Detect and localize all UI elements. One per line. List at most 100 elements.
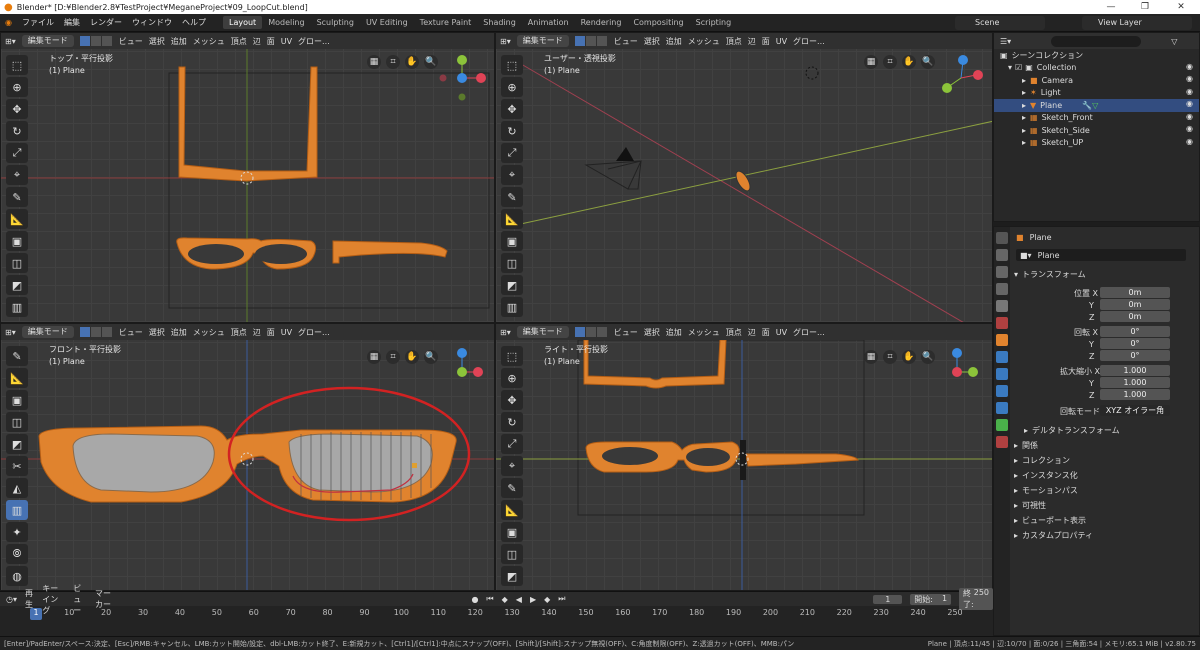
menu-edge[interactable]: 辺 <box>748 36 756 47</box>
select-mode-buttons[interactable] <box>574 36 608 46</box>
location-x-field[interactable]: 0m <box>1100 287 1170 298</box>
scale-x-field[interactable]: 1.000 <box>1100 365 1170 376</box>
grid-view-icon[interactable]: ▦ <box>367 55 381 69</box>
extrude-icon[interactable]: ▣ <box>6 390 28 410</box>
loop-cut-icon[interactable]: ▥ <box>501 297 523 317</box>
orientation-selector[interactable]: グロー... <box>298 327 330 338</box>
mode-selector[interactable]: 編集モード <box>21 35 74 47</box>
rotation-x-field[interactable]: 0° <box>1100 326 1170 337</box>
outliner-item-sketch-up[interactable]: ▸ ▦ Sketch_UP ◉ <box>994 137 1199 150</box>
view-layer-tab-icon[interactable] <box>996 283 1008 295</box>
editor-type-icon[interactable]: ⊞▾ <box>5 37 16 46</box>
menu-select[interactable]: 選択 <box>149 36 165 47</box>
scene-tab-icon[interactable] <box>996 300 1008 312</box>
viewport-front[interactable]: ⊞▾ 編集モード ビュー 選択 追加 メッシュ 頂点 辺 面 UV グロー...… <box>0 323 495 591</box>
outliner-item-sketch-side[interactable]: ▸ ▦ Sketch_Side ◉ <box>994 124 1199 137</box>
navigation-gizmo[interactable] <box>437 53 487 103</box>
tab-scripting[interactable]: Scripting <box>690 16 738 29</box>
start-frame-field[interactable]: 開始: 1 <box>910 593 952 605</box>
camera-view-icon[interactable]: ⌗ <box>386 55 400 69</box>
extrude-icon[interactable]: ▣ <box>6 231 28 251</box>
pan-hand-icon[interactable]: ✋ <box>405 350 419 364</box>
tab-compositing[interactable]: Compositing <box>627 16 689 29</box>
menu-select[interactable]: 選択 <box>644 327 660 338</box>
eye-icon[interactable]: ◉ <box>1186 124 1193 133</box>
tool-tab-icon[interactable] <box>996 232 1008 244</box>
transform-icon[interactable]: ⌖ <box>501 165 523 185</box>
outliner-item-light[interactable]: ▸ ✶ Light ◉ <box>994 87 1199 100</box>
render-tab-icon[interactable] <box>996 249 1008 261</box>
scene-selector[interactable]: Scene <box>955 16 1045 30</box>
menu-marker[interactable]: マーカー <box>95 588 113 610</box>
menu-face[interactable]: 面 <box>762 36 770 47</box>
camera-view-icon[interactable]: ⌗ <box>386 350 400 364</box>
checkbox-icon[interactable]: ☑ <box>1015 63 1022 72</box>
constraints-tab-icon[interactable] <box>996 402 1008 414</box>
scale-icon[interactable]: ⤢ <box>501 434 523 454</box>
tab-animation[interactable]: Animation <box>522 16 575 29</box>
eye-icon[interactable]: ◉ <box>1186 137 1193 146</box>
world-tab-icon[interactable] <box>996 317 1008 329</box>
menu-view[interactable]: ビュー <box>119 36 143 47</box>
outliner-editor-icon[interactable]: ☰▾ <box>1000 37 1011 46</box>
scale-z-field[interactable]: 1.000 <box>1100 389 1170 400</box>
measure-icon[interactable]: 📐 <box>501 500 523 520</box>
annotate-icon[interactable]: ✎ <box>501 478 523 498</box>
prev-key-icon[interactable]: ◆ <box>502 595 508 604</box>
rotation-z-field[interactable]: 0° <box>1100 350 1170 361</box>
outliner-search-input[interactable] <box>1051 35 1142 47</box>
next-key-icon[interactable]: ◆ <box>544 595 550 604</box>
transform-icon[interactable]: ⌖ <box>6 165 28 185</box>
shrink-icon[interactable]: ◍ <box>6 566 28 586</box>
section-collections[interactable]: ▸ コレクション <box>1014 454 1070 466</box>
record-icon[interactable]: ● <box>471 595 478 604</box>
camera-view-icon[interactable]: ⌗ <box>883 350 897 364</box>
orientation-selector[interactable]: グロー... <box>793 36 825 47</box>
section-viewport-display[interactable]: ▸ ビューポート表示 <box>1014 514 1086 526</box>
menu-view[interactable]: ビュー <box>614 36 638 47</box>
outliner-item-sketch-front[interactable]: ▸ ▦ Sketch_Front ◉ <box>994 112 1199 125</box>
cursor-icon[interactable]: ⊕ <box>6 77 28 97</box>
maximize-icon[interactable]: ❐ <box>1128 0 1162 14</box>
rotate-icon[interactable]: ↻ <box>6 121 28 141</box>
current-frame-field[interactable]: 1 <box>873 594 903 604</box>
data-tab-icon[interactable] <box>996 419 1008 431</box>
select-mode-buttons[interactable] <box>79 327 113 337</box>
menu-uv[interactable]: UV <box>281 37 292 46</box>
tab-texture-paint[interactable]: Texture Paint <box>414 16 478 29</box>
viewport-right[interactable]: ⊞▾ 編集モード ビュー 選択 追加 メッシュ 頂点 辺 面 UV グロー...… <box>495 323 993 591</box>
viewport-perspective[interactable]: ⊞▾ 編集モード ビュー 選択 追加 メッシュ 頂点 辺 面 UV グロー...… <box>495 32 993 323</box>
measure-icon[interactable]: 📐 <box>6 209 28 229</box>
section-visibility[interactable]: ▸ 可視性 <box>1014 499 1046 511</box>
select-box-icon[interactable]: ⬚ <box>6 55 28 75</box>
zoom-icon[interactable]: 🔍 <box>424 350 438 364</box>
orientation-selector[interactable]: グロー... <box>298 36 330 47</box>
eye-icon[interactable]: ◉ <box>1186 99 1193 108</box>
tab-shading[interactable]: Shading <box>477 16 522 29</box>
eye-icon[interactable]: ◉ <box>1186 62 1193 71</box>
eye-icon[interactable]: ◉ <box>1186 112 1193 121</box>
timeline-editor-icon[interactable]: ◷▾ <box>6 595 17 604</box>
menu-add[interactable]: 追加 <box>666 36 682 47</box>
jump-start-icon[interactable]: ⏮ <box>486 594 493 604</box>
loop-cut-icon[interactable]: ▥ <box>6 297 28 317</box>
zoom-icon[interactable]: 🔍 <box>424 55 438 69</box>
bevel-icon[interactable]: ◩ <box>501 275 523 295</box>
menu-mesh[interactable]: メッシュ <box>688 327 720 338</box>
location-z-field[interactable]: 0m <box>1100 311 1170 322</box>
tab-layout[interactable]: Layout <box>222 16 263 29</box>
select-box-icon[interactable]: ⬚ <box>501 346 523 366</box>
menu-vertex[interactable]: 頂点 <box>231 36 247 47</box>
menu-uv[interactable]: UV <box>776 37 787 46</box>
bevel-icon[interactable]: ◩ <box>6 434 28 454</box>
navigation-gizmo[interactable] <box>936 53 986 103</box>
cursor-icon[interactable]: ⊕ <box>501 77 523 97</box>
editor-type-icon[interactable]: ⊞▾ <box>5 328 16 337</box>
extrude-icon[interactable]: ▣ <box>501 231 523 251</box>
outliner-collection[interactable]: ▾ ☑ ▣ Collection ◉ <box>994 62 1199 75</box>
modifier-tab-icon[interactable] <box>996 351 1008 363</box>
annotate-icon[interactable]: ✎ <box>6 187 28 207</box>
play-reverse-icon[interactable]: ◀ <box>516 595 522 604</box>
section-instancing[interactable]: ▸ インスタンス化 <box>1014 469 1078 481</box>
select-box-icon[interactable]: ⬚ <box>501 55 523 75</box>
